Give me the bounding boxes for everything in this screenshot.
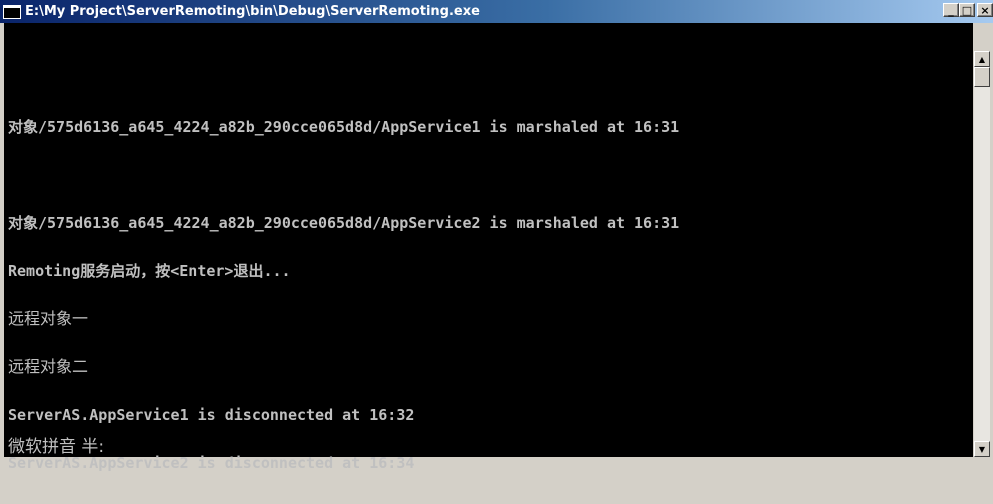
console-lines: 对象/575d6136_a645_4224_a82b_290cce065d8d/…: [8, 39, 679, 503]
console-line: Remoting服务启动，按<Enter>退出...: [8, 262, 291, 280]
vertical-scrollbar[interactable]: ▲ ▼: [974, 51, 990, 457]
console-line: ServerAS.AppService1 is disconnected at …: [8, 406, 415, 424]
minimize-button[interactable]: _: [943, 3, 959, 17]
console-line: 远程对象二: [8, 357, 89, 376]
console-line: ServerAS.AppService2 is disconnected at …: [8, 454, 415, 472]
scroll-down-icon[interactable]: ▼: [974, 441, 990, 457]
title-bar[interactable]: E:\My Project\ServerRemoting\bin\Debug\S…: [0, 0, 993, 23]
maximize-button[interactable]: □: [959, 3, 975, 17]
scroll-thumb[interactable]: [974, 67, 990, 87]
console-line: 对象/575d6136_a645_4224_a82b_290cce065d8d/…: [8, 214, 680, 232]
console-line: 远程对象一: [8, 309, 89, 328]
window-title: E:\My Project\ServerRemoting\bin\Debug\S…: [25, 4, 480, 19]
console-window: E:\My Project\ServerRemoting\bin\Debug\S…: [0, 0, 993, 471]
window-controls: _ □ ×: [943, 3, 993, 17]
console-app-icon: [3, 4, 21, 19]
close-button[interactable]: ×: [977, 3, 993, 17]
ime-status-text: 微软拼音 半:: [8, 437, 105, 457]
console-line: 对象/575d6136_a645_4224_a82b_290cce065d8d/…: [8, 118, 680, 136]
scroll-up-icon[interactable]: ▲: [974, 51, 990, 67]
